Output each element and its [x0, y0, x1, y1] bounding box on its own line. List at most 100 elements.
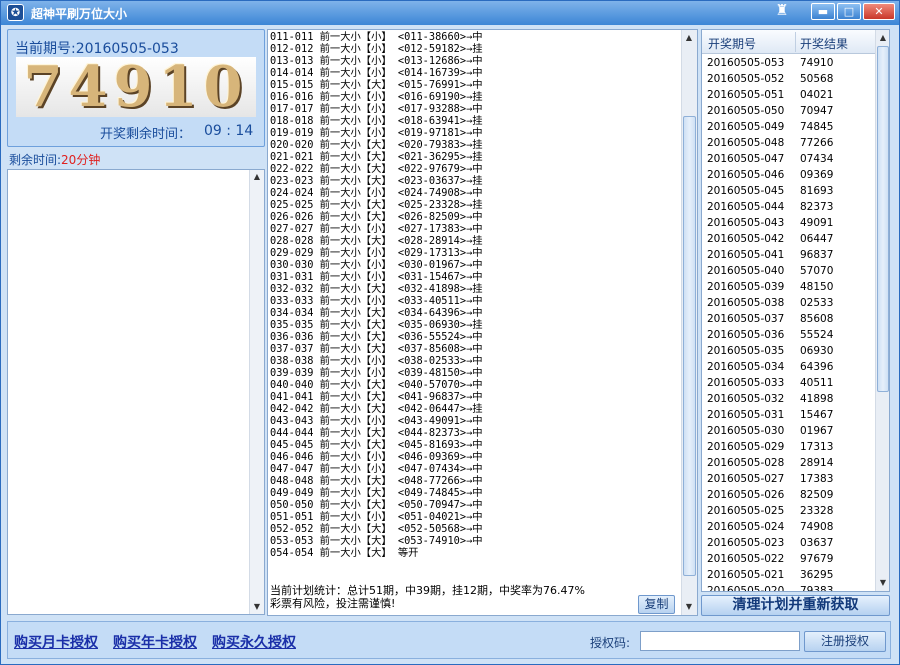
history-row[interactable]: 20160505-026 82509 — [702, 487, 875, 503]
minimize-button[interactable]: ▬ — [811, 3, 835, 20]
scroll-down-icon[interactable]: ▼ — [876, 576, 889, 590]
plan-line: 047-047 前一大小【小】 <047-07434>→中 — [270, 463, 483, 475]
history-result: 55524 — [800, 329, 834, 341]
auth-code-input[interactable] — [640, 631, 800, 651]
log-textarea[interactable]: ▲ ▼ — [7, 169, 265, 615]
history-rows: 20160505-053 74910 20160505-052 50568 201605… — [702, 55, 875, 591]
history-row[interactable]: 20160505-049 74845 — [702, 119, 875, 135]
history-row[interactable]: 20160505-045 81693 — [702, 183, 875, 199]
history-row[interactable]: 20160505-034 64396 — [702, 359, 875, 375]
history-issue: 20160505-037 — [707, 313, 785, 325]
history-result: 03637 — [800, 537, 834, 549]
history-row[interactable]: 20160505-024 74908 — [702, 519, 875, 535]
buy-year-link[interactable]: 购买年卡授权 — [113, 632, 197, 652]
history-row[interactable]: 20160505-021 36295 — [702, 567, 875, 583]
plan-line: 028-028 前一大小【大】 <028-28914>→挂 — [270, 235, 483, 247]
history-row[interactable]: 20160505-041 96837 — [702, 247, 875, 263]
history-result: 74908 — [800, 521, 834, 533]
history-row[interactable]: 20160505-052 50568 — [702, 71, 875, 87]
history-issue: 20160505-023 — [707, 537, 785, 549]
register-button[interactable]: 注册授权 — [804, 631, 886, 652]
plan-line: 015-015 前一大小【大】 <015-76991>→中 — [270, 79, 483, 91]
plan-line: 012-012 前一大小【小】 <012-59182>→挂 — [270, 43, 483, 55]
history-result: 07434 — [800, 153, 834, 165]
history-list[interactable]: 开奖期号 开奖结果 20160505-053 74910 20160505-052 5… — [701, 29, 890, 592]
history-issue: 20160505-026 — [707, 489, 785, 501]
plan-line: 026-026 前一大小【大】 <026-82509>→中 — [270, 211, 483, 223]
history-issue: 20160505-038 — [707, 297, 785, 309]
plan-textarea[interactable]: 011-011 前一大小【小】 <011-38660>→中 012-012 前一大… — [267, 29, 698, 616]
column-header-issue[interactable]: 开奖期号 — [708, 35, 756, 52]
history-row[interactable]: 20160505-036 55524 — [702, 327, 875, 343]
close-button[interactable]: ✕ — [863, 3, 895, 20]
history-row[interactable]: 20160505-042 06447 — [702, 231, 875, 247]
plan-line: 011-011 前一大小【小】 <011-38660>→中 — [270, 31, 483, 43]
history-row[interactable]: 20160505-040 57070 — [702, 263, 875, 279]
plan-scrollbar[interactable]: ▲ ▼ — [681, 30, 697, 615]
plan-line: 035-035 前一大小【大】 <035-06930>→挂 — [270, 319, 483, 331]
history-row[interactable]: 20160505-031 15467 — [702, 407, 875, 423]
history-row[interactable]: 20160505-038 02533 — [702, 295, 875, 311]
history-row[interactable]: 20160505-029 17313 — [702, 439, 875, 455]
history-row[interactable]: 20160505-050 70947 — [702, 103, 875, 119]
plan-line: 039-039 前一大小【小】 <039-48150>→中 — [270, 367, 483, 379]
remaining-time: 剩余时间:20分钟 — [9, 151, 100, 168]
scroll-up-icon[interactable]: ▲ — [682, 31, 696, 45]
history-row[interactable]: 20160505-051 04021 — [702, 87, 875, 103]
history-row[interactable]: 20160505-020 79383 — [702, 583, 875, 591]
history-row[interactable]: 20160505-030 01967 — [702, 423, 875, 439]
plan-line: 034-034 前一大小【大】 <034-64396>→中 — [270, 307, 483, 319]
history-row[interactable]: 20160505-047 07434 — [702, 151, 875, 167]
history-issue: 20160505-035 — [707, 345, 785, 357]
column-divider — [795, 32, 796, 52]
history-result: 23328 — [800, 505, 834, 517]
scroll-thumb[interactable] — [683, 116, 696, 576]
history-row[interactable]: 20160505-032 41898 — [702, 391, 875, 407]
history-issue: 20160505-024 — [707, 521, 785, 533]
scroll-up-icon[interactable]: ▲ — [250, 170, 264, 184]
history-result: 40511 — [800, 377, 834, 389]
history-issue: 20160505-031 — [707, 409, 785, 421]
history-issue: 20160505-034 — [707, 361, 785, 373]
history-result: 77266 — [800, 137, 834, 149]
copy-button[interactable]: 复制 — [638, 595, 675, 614]
refresh-plan-button[interactable]: 清理计划并重新获取 — [701, 595, 890, 616]
plan-line: 041-041 前一大小【大】 <041-96837>→中 — [270, 391, 483, 403]
scroll-down-icon[interactable]: ▼ — [682, 600, 696, 614]
scroll-thumb[interactable] — [877, 46, 889, 392]
history-row[interactable]: 20160505-044 82373 — [702, 199, 875, 215]
plan-line: 050-050 前一大小【大】 <050-70947>→中 — [270, 499, 483, 511]
history-issue: 20160505-030 — [707, 425, 785, 437]
history-row[interactable]: 20160505-043 49091 — [702, 215, 875, 231]
history-row[interactable]: 20160505-023 03637 — [702, 535, 875, 551]
column-header-result[interactable]: 开奖结果 — [800, 35, 848, 52]
history-result: 82373 — [800, 201, 834, 213]
history-row[interactable]: 20160505-022 97679 — [702, 551, 875, 567]
history-row[interactable]: 20160505-027 17383 — [702, 471, 875, 487]
buy-month-link[interactable]: 购买月卡授权 — [14, 632, 98, 652]
history-issue: 20160505-039 — [707, 281, 785, 293]
history-row[interactable]: 20160505-053 74910 — [702, 55, 875, 71]
maximize-button[interactable]: □ — [837, 3, 861, 20]
scroll-down-icon[interactable]: ▼ — [250, 600, 264, 614]
history-result: 70947 — [800, 105, 834, 117]
history-row[interactable]: 20160505-037 85608 — [702, 311, 875, 327]
log-scrollbar[interactable]: ▲ ▼ — [249, 170, 264, 614]
history-row[interactable]: 20160505-025 23328 — [702, 503, 875, 519]
plan-line: 042-042 前一大小【大】 <042-06447>→挂 — [270, 403, 483, 415]
buy-forever-link[interactable]: 购买永久授权 — [212, 632, 296, 652]
skin-icon[interactable]: ♜ — [772, 3, 792, 20]
history-scrollbar[interactable]: ▲ ▼ — [875, 30, 889, 591]
title-bar[interactable]: ✪ 超神平刷万位大小 ♜ ▬ □ ✕ — [1, 1, 899, 25]
history-row[interactable]: 20160505-033 40511 — [702, 375, 875, 391]
history-issue: 20160505-041 — [707, 249, 785, 261]
history-result: 02533 — [800, 297, 834, 309]
history-row[interactable]: 20160505-028 28914 — [702, 455, 875, 471]
history-row[interactable]: 20160505-046 09369 — [702, 167, 875, 183]
history-row[interactable]: 20160505-048 77266 — [702, 135, 875, 151]
scroll-up-icon[interactable]: ▲ — [876, 31, 889, 45]
history-row[interactable]: 20160505-035 06930 — [702, 343, 875, 359]
plan-line: 044-044 前一大小【大】 <044-82373>→中 — [270, 427, 483, 439]
history-result: 57070 — [800, 265, 834, 277]
history-row[interactable]: 20160505-039 48150 — [702, 279, 875, 295]
